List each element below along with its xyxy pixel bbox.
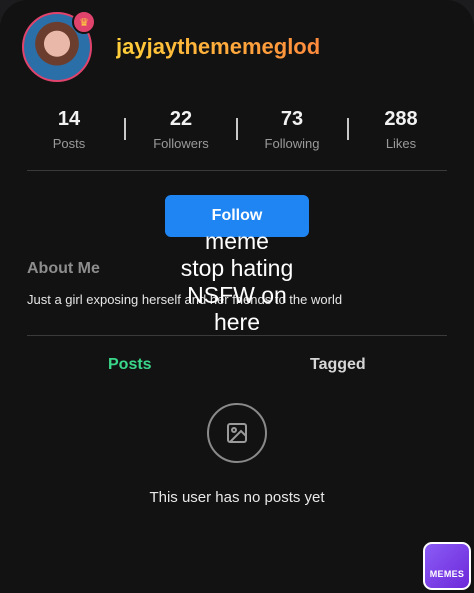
caption-line: NSFW on	[187, 282, 287, 308]
tab-posts[interactable]: Posts	[108, 356, 152, 374]
meme-caption: meme stop hating NSFW on here	[142, 228, 332, 336]
stat-divider	[236, 118, 238, 140]
tabs-divider	[27, 335, 447, 336]
image-icon	[207, 403, 267, 463]
memes-watermark-icon: MEMES	[423, 542, 471, 590]
profile-card: ♛ jayjaythememeglod 14 Posts 22 Follower…	[0, 0, 474, 593]
stat-label: Following	[264, 136, 320, 151]
username: jayjaythememeglod	[116, 34, 321, 59]
avatar-container[interactable]: ♛	[22, 10, 96, 82]
stat-label: Followers	[153, 136, 209, 151]
stat-label: Likes	[385, 136, 417, 151]
caption-line: meme	[205, 228, 269, 254]
stat-likes[interactable]: 288 Likes	[356, 108, 446, 151]
crown-icon: ♛	[72, 10, 96, 34]
stat-value: 73	[280, 108, 304, 130]
caption-line: here	[213, 309, 261, 335]
tab-tagged[interactable]: Tagged	[310, 356, 366, 374]
caption-line: stop hating	[180, 255, 294, 281]
about-heading: About Me	[27, 260, 100, 277]
stat-label: Posts	[52, 136, 86, 151]
watermark-label: MEMES	[429, 569, 465, 579]
empty-state-message: This user has no posts yet	[149, 489, 325, 506]
section-divider	[27, 170, 447, 171]
stat-divider	[347, 118, 349, 140]
stat-posts[interactable]: 14 Posts	[24, 108, 114, 151]
stat-following[interactable]: 73 Following	[247, 108, 337, 151]
stat-value: 22	[169, 108, 193, 130]
stat-divider	[124, 118, 126, 140]
stat-value: 14	[57, 108, 81, 130]
stat-followers[interactable]: 22 Followers	[136, 108, 226, 151]
stats-row: 14 Posts 22 Followers 73 Following 288 L…	[30, 108, 440, 156]
stat-value: 288	[384, 108, 418, 130]
